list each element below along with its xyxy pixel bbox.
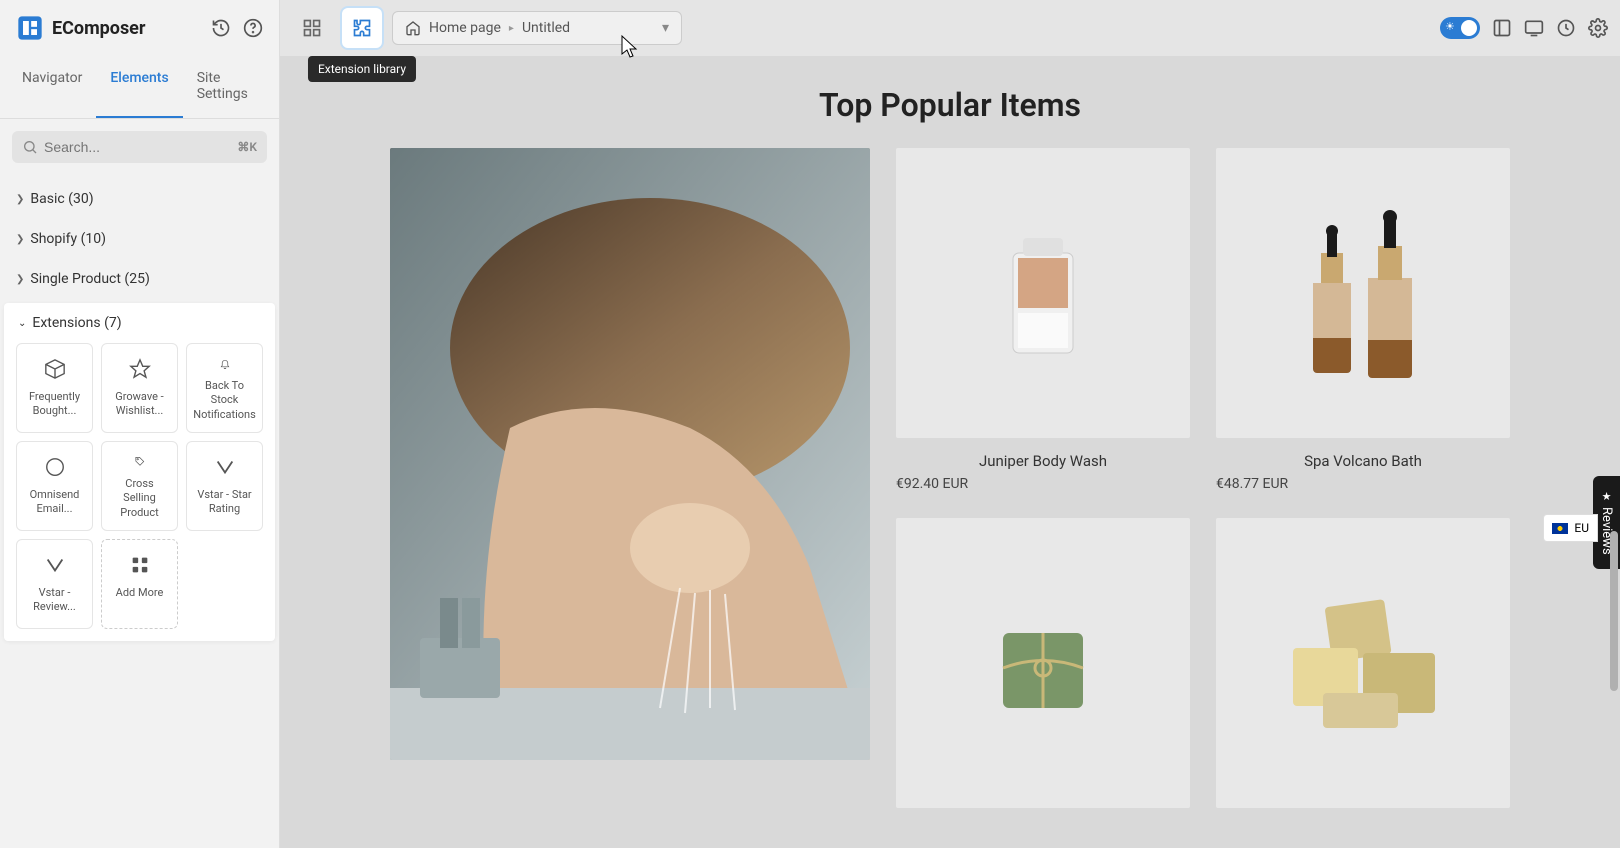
ext-back-to-stock[interactable]: Back To Stock Notifications (186, 343, 263, 433)
star-icon (129, 358, 151, 380)
settings-icon[interactable] (1588, 18, 1608, 38)
v-icon (214, 456, 236, 478)
clock-icon[interactable] (1556, 18, 1576, 38)
desktop-icon[interactable] (1524, 18, 1544, 38)
home-icon (405, 20, 421, 36)
ext-omnisend[interactable]: Omnisend Email... (16, 441, 93, 531)
eu-flag-icon (1552, 523, 1568, 534)
circle-icon (44, 456, 66, 478)
product-grid: Juniper Body Wash €92.40 EUR Spa Volcano… (896, 148, 1510, 808)
theme-toggle[interactable]: ☀ (1440, 17, 1480, 39)
breadcrumb[interactable]: Home page ▸ Untitled ▾ (392, 11, 682, 45)
topbar: Extension library Home page ▸ Untitled ▾… (280, 0, 1620, 56)
category-shopify[interactable]: ❯Shopify (10) (0, 219, 279, 259)
category-single-product[interactable]: ❯Single Product (25) (0, 259, 279, 299)
cube-icon (44, 358, 66, 380)
grid-icon (302, 18, 322, 38)
logo-icon (16, 14, 44, 42)
product-card[interactable]: Juniper Body Wash €92.40 EUR (896, 148, 1190, 492)
help-icon[interactable] (243, 18, 263, 38)
chevron-right-icon: ❯ (16, 194, 24, 205)
tab-site-settings[interactable]: Site Settings (183, 56, 271, 118)
category-list: ❯Basic (30) ❯Shopify (10) ❯Single Produc… (0, 175, 279, 303)
ext-add-more[interactable]: Add More (101, 539, 178, 629)
sidebar-header: EComposer (0, 0, 279, 56)
product-card[interactable]: Spa Volcano Bath €48.77 EUR (1216, 148, 1510, 492)
sidebar-tabs: Navigator Elements Site Settings (0, 56, 279, 119)
main-area: Extension library Home page ▸ Untitled ▾… (280, 0, 1620, 848)
ext-growave[interactable]: Growave - Wishlist... (101, 343, 178, 433)
chevron-down-icon: ▾ (662, 20, 669, 36)
product-name: Spa Volcano Bath (1216, 452, 1510, 470)
product-image (896, 518, 1190, 808)
page-title: Top Popular Items (280, 56, 1620, 148)
product-image (1216, 518, 1510, 808)
tab-elements[interactable]: Elements (96, 56, 182, 118)
extensions-panel: ⌄Extensions (7) Frequently Bought... Gro… (4, 303, 275, 641)
product-card[interactable] (1216, 518, 1510, 808)
search-input[interactable]: ⌘K (12, 131, 267, 163)
ext-vstar-rating[interactable]: Vstar - Star Rating (186, 441, 263, 531)
product-card[interactable] (896, 518, 1190, 808)
search-shortcut: ⌘K (237, 140, 257, 154)
hero-image (390, 148, 870, 760)
ext-frequently-bought[interactable]: Frequently Bought... (16, 343, 93, 433)
tag-icon (129, 456, 151, 467)
history-icon[interactable] (211, 18, 231, 38)
currency-selector[interactable]: EU (1543, 514, 1598, 542)
product-image (896, 148, 1190, 438)
v-icon (44, 554, 66, 576)
ext-cross-selling[interactable]: Cross Selling Product (101, 441, 178, 531)
extensions-header[interactable]: ⌄Extensions (7) (4, 303, 275, 343)
product-price: €48.77 EUR (1216, 476, 1510, 492)
product-image (1216, 148, 1510, 438)
sidebar: EComposer Navigator Elements Site Settin… (0, 0, 280, 848)
chevron-right-icon: ❯ (16, 274, 24, 285)
grid-view-button[interactable] (292, 8, 332, 48)
product-price: €92.40 EUR (896, 476, 1190, 492)
tab-navigator[interactable]: Navigator (8, 56, 96, 118)
bell-icon (214, 358, 236, 369)
search-field[interactable] (44, 139, 231, 155)
scrollbar[interactable] (1610, 56, 1618, 848)
ext-vstar-review[interactable]: Vstar - Review... (16, 539, 93, 629)
app-logo: EComposer (16, 14, 146, 42)
category-basic[interactable]: ❯Basic (30) (0, 179, 279, 219)
extension-library-button[interactable]: Extension library (342, 8, 382, 48)
chevron-down-icon: ⌄ (18, 318, 26, 329)
puzzle-icon (352, 18, 372, 38)
chevron-right-icon: ▸ (509, 23, 514, 34)
breadcrumb-page: Untitled (522, 20, 570, 36)
grid-plus-icon (129, 554, 151, 576)
breadcrumb-root: Home page (429, 20, 501, 36)
search-icon (22, 139, 38, 155)
canvas[interactable]: Top Popular Items (280, 56, 1620, 848)
chevron-right-icon: ❯ (16, 234, 24, 245)
layout-icon[interactable] (1492, 18, 1512, 38)
product-name: Juniper Body Wash (896, 452, 1190, 470)
tooltip: Extension library (308, 56, 416, 82)
app-name: EComposer (52, 18, 146, 39)
